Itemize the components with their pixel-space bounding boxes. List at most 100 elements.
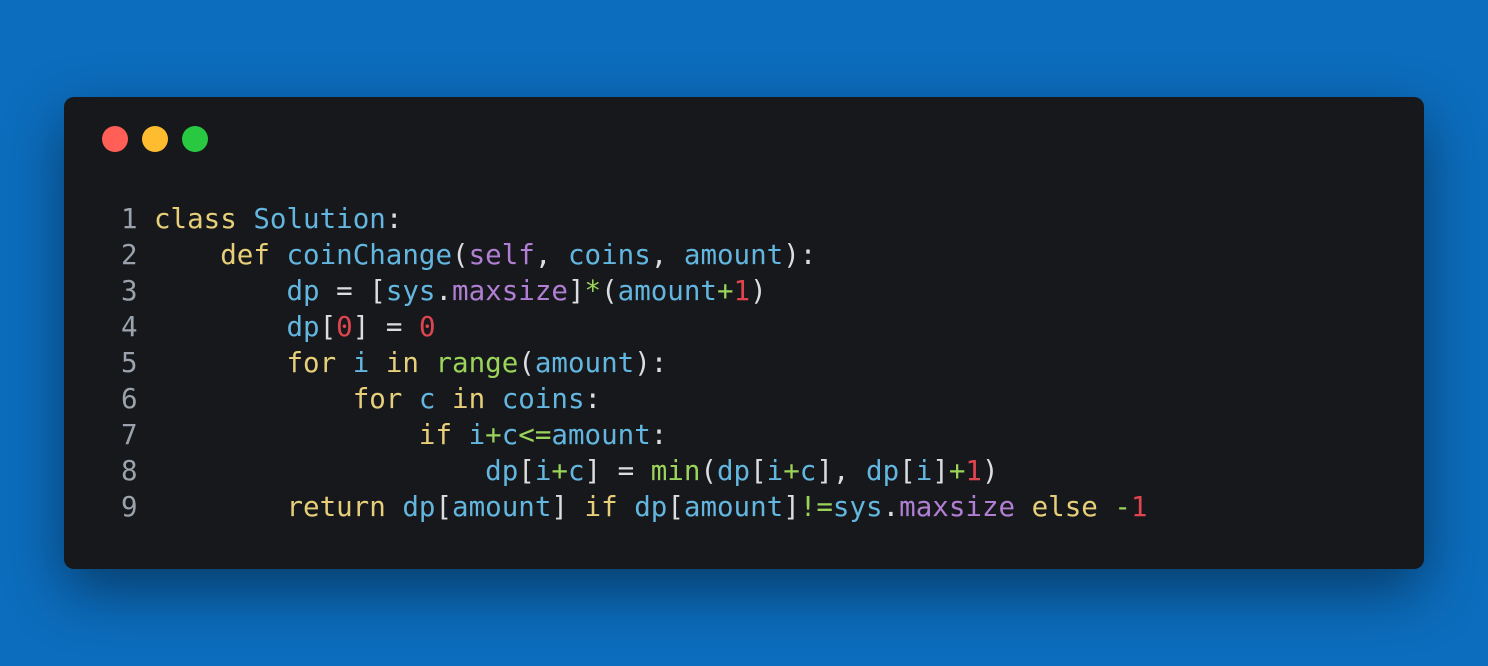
code-token-self: self <box>468 239 535 271</box>
code-token-punctuation: [ <box>667 491 684 523</box>
code-token-punctuation <box>485 383 502 415</box>
code-token-identifier: c <box>418 383 436 415</box>
code-token-punctuation: ] <box>783 491 800 523</box>
code-token-punctuation <box>270 239 287 271</box>
code-token-builtin: + <box>948 455 966 487</box>
code-line: 3 dp = [sys.maxsize]*(amount+1) <box>121 273 1148 309</box>
code-token-punctuation: ) <box>981 455 999 487</box>
code-token-keyword: return <box>286 491 386 523</box>
code-line: 9 return dp[amount] if dp[amount]!=sys.m… <box>121 489 1148 525</box>
code-block: 1 class Solution: 2 def coinChange(self, c… <box>121 201 1148 525</box>
line-number: 2 <box>121 239 138 271</box>
code-token-identifier: sys <box>832 491 883 523</box>
code-token-identifier: c <box>501 419 519 451</box>
code-line: 6 for c in coins: <box>121 381 1148 417</box>
code-token-punctuation: [ <box>750 455 767 487</box>
code-token-keyword: def <box>220 239 270 271</box>
code-token-punctuation: , <box>650 239 684 271</box>
code-token-builtin: <= <box>518 419 552 451</box>
code-token-identifier: c <box>567 455 585 487</box>
code-token-identifier: i <box>915 455 933 487</box>
code-token-identifier: dp <box>634 491 668 523</box>
code-line: 5 for i in range(amount): <box>121 345 1148 381</box>
code-token-identifier: i <box>468 419 486 451</box>
code-token-identifier: dp <box>286 275 320 307</box>
code-token-punctuation <box>336 347 353 379</box>
code-line: 8 dp[i+c] = min(dp[i+c], dp[i]+1) <box>121 453 1148 489</box>
code-token-keyword: in <box>385 347 419 379</box>
code-token-attribute: maxsize <box>899 491 1016 523</box>
code-line: 4 dp[0] = 0 <box>121 309 1148 345</box>
code-line: 2 def coinChange(self, coins, amount): <box>121 237 1148 273</box>
code-token-keyword: if <box>418 419 453 451</box>
code-token-identifier: i <box>534 455 552 487</box>
code-token-identifier: Solution <box>253 203 386 235</box>
code-token-builtin: range <box>435 347 519 379</box>
code-token-builtin: + <box>716 275 734 307</box>
code-token-builtin: * <box>584 275 602 307</box>
code-token-identifier: dp <box>716 455 751 487</box>
code-token-punctuation <box>1098 491 1115 523</box>
code-token-punctuation: ): <box>634 347 668 379</box>
line-number: 7 <box>121 419 138 451</box>
code-token-identifier: amount <box>683 239 784 271</box>
line-number: 1 <box>121 203 138 235</box>
code-token-punctuation <box>419 347 436 379</box>
code-token-punctuation: ( <box>601 275 618 307</box>
code-token-identifier: amount <box>452 491 552 523</box>
code-token-number: 1 <box>965 455 982 487</box>
code-token-punctuation: ] <box>567 275 585 307</box>
code-token-keyword: for <box>352 383 403 415</box>
code-token-identifier: coins <box>501 383 585 415</box>
code-token-punctuation: ): <box>783 239 817 271</box>
line-number: 8 <box>121 455 138 487</box>
code-token-punctuation: ( <box>518 347 535 379</box>
code-token-punctuation <box>452 419 469 451</box>
code-token-punctuation <box>386 491 403 523</box>
code-token-builtin: + <box>485 419 502 451</box>
code-token-punctuation: ], <box>816 455 867 487</box>
code-token-punctuation: ] = <box>584 455 651 487</box>
line-number: 5 <box>121 347 138 379</box>
code-token-identifier: dp <box>866 455 900 487</box>
code-token-identifier: i <box>352 347 370 379</box>
code-token-identifier: amount <box>551 419 651 451</box>
code-token-identifier: coinChange <box>286 239 453 271</box>
code-token-keyword: if <box>584 491 618 523</box>
zoom-dot[interactable] <box>182 126 208 152</box>
line-number: 9 <box>121 491 138 523</box>
minimize-dot[interactable] <box>142 126 168 152</box>
code-token-punctuation <box>435 383 452 415</box>
code-token-punctuation: [ <box>518 455 535 487</box>
code-token-number: 0 <box>336 311 353 343</box>
code-token-punctuation <box>237 203 254 235</box>
code-token-punctuation: : <box>385 203 403 235</box>
code-window: 1 class Solution: 2 def coinChange(self, c… <box>64 97 1424 569</box>
code-token-punctuation: ] <box>932 455 949 487</box>
code-token-punctuation: . <box>882 491 900 523</box>
code-token-punctuation: ] <box>551 491 585 523</box>
code-token-punctuation: . <box>435 275 453 307</box>
code-token-punctuation: ) <box>750 275 767 307</box>
code-token-identifier: amount <box>534 347 635 379</box>
line-number: 4 <box>121 311 138 343</box>
code-token-identifier: dp <box>402 491 436 523</box>
code-line: 1 class Solution: <box>121 201 1148 237</box>
code-token-keyword: class <box>154 203 237 235</box>
code-token-punctuation <box>369 347 386 379</box>
code-token-identifier: amount <box>617 275 717 307</box>
code-token-builtin: min <box>650 455 701 487</box>
code-token-number: 0 <box>418 311 436 343</box>
code-token-identifier: amount <box>683 491 784 523</box>
code-token-identifier: dp <box>485 455 519 487</box>
close-dot[interactable] <box>102 126 128 152</box>
code-token-punctuation: = [ <box>319 275 386 307</box>
code-token-identifier: c <box>799 455 817 487</box>
code-line: 7 if i+c<=amount: <box>121 417 1148 453</box>
